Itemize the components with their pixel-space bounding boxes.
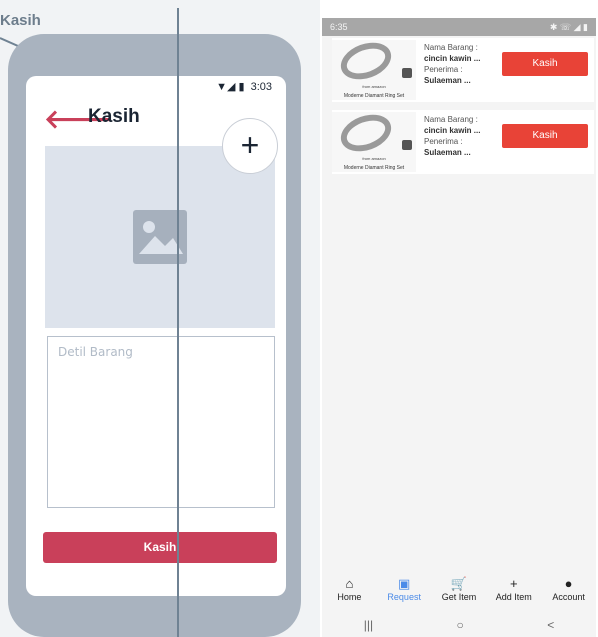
item-image: from amazon Moderne Diamant Ring Set: [332, 40, 416, 100]
nav-label: Add Item: [495, 592, 532, 602]
cart-icon: 🛒: [450, 576, 468, 591]
wireframe-status-bar: ▼◢ ▮ 3:03: [216, 80, 272, 94]
divider-line: [177, 8, 179, 637]
wireframe-panel: Kasih ▼◢ ▮ 3:03 🡐 Kasih + Detil Barang K…: [0, 0, 320, 637]
receiver-value: Sulaeman ...: [424, 148, 471, 157]
receiver-value: Sulaeman ...: [424, 76, 471, 85]
ring-image: [335, 40, 397, 86]
name-label: Nama Barang :: [424, 115, 478, 124]
card-details: Nama Barang : cincin kawin ... Penerima …: [424, 114, 480, 158]
status-time: 3:03: [250, 80, 272, 93]
add-image-button[interactable]: +: [222, 118, 278, 174]
system-status-bar: 6:35 ✱ ☏ ◢ ▮: [322, 18, 596, 36]
plus-icon: +: [509, 576, 518, 591]
wireframe-screen: ▼◢ ▮ 3:03 🡐 Kasih + Detil Barang Kasih: [26, 76, 286, 596]
wireframe-label: Kasih: [0, 12, 41, 29]
request-card[interactable]: from amazon Moderne Diamant Ring Set Nam…: [332, 38, 594, 102]
name-label: Nama Barang :: [424, 43, 478, 52]
page-title: Kasih: [88, 106, 140, 127]
nav-home[interactable]: ⌂ Home: [322, 572, 377, 612]
nav-label: Request: [387, 592, 421, 602]
signal-icon: ▼◢ ▮: [216, 81, 245, 93]
receiver-label: Penerima :: [424, 137, 463, 146]
nav-label: Account: [552, 592, 585, 602]
kasih-button[interactable]: Kasih: [502, 124, 588, 148]
home-icon: ⌂: [345, 576, 354, 591]
image-placeholder[interactable]: [45, 146, 275, 328]
request-icon: ▣: [398, 576, 411, 591]
request-card[interactable]: from amazon Moderne Diamant Ring Set Nam…: [332, 110, 594, 174]
nav-get-item[interactable]: 🛒 Get Item: [432, 572, 487, 612]
recents-button[interactable]: |||: [364, 618, 373, 632]
nav-request[interactable]: ▣ Request: [377, 572, 432, 612]
image-tiny-text: from amazon: [362, 156, 386, 161]
image-caption: Moderne Diamant Ring Set: [343, 93, 405, 99]
name-value: cincin kawin ...: [424, 126, 481, 135]
image-caption: Moderne Diamant Ring Set: [343, 165, 405, 171]
receiver-label: Penerima :: [424, 65, 463, 74]
item-image: from amazon Moderne Diamant Ring Set: [332, 112, 416, 172]
home-button[interactable]: ○: [457, 618, 464, 632]
system-time: 6:35: [330, 22, 348, 32]
name-value: cincin kawin ...: [424, 54, 481, 63]
kasih-button[interactable]: Kasih: [502, 52, 588, 76]
detail-textarea[interactable]: Detil Barang: [47, 336, 275, 508]
image-badge-icon: [402, 68, 412, 78]
app-screen: 6:35 ✱ ☏ ◢ ▮ from amazon Moderne Diamant…: [322, 18, 596, 637]
nav-label: Get Item: [441, 592, 477, 602]
nav-account[interactable]: ● Account: [541, 572, 596, 612]
kasih-button[interactable]: Kasih: [43, 532, 277, 563]
image-badge-icon: [402, 140, 412, 150]
account-icon: ●: [564, 576, 573, 591]
card-details: Nama Barang : cincin kawin ... Penerima …: [424, 42, 480, 86]
system-navigation-bar: ||| ○ <: [322, 612, 596, 637]
ring-image: [335, 112, 397, 158]
back-button[interactable]: <: [547, 618, 554, 632]
nav-label: Home: [337, 592, 362, 602]
nav-add-item[interactable]: + Add Item: [486, 572, 541, 612]
bottom-navigation: ⌂ Home ▣ Request 🛒 Get Item + Add Item ●…: [322, 572, 596, 612]
image-tiny-text: from amazon: [362, 84, 386, 89]
system-icons: ✱ ☏ ◢ ▮: [549, 21, 588, 32]
